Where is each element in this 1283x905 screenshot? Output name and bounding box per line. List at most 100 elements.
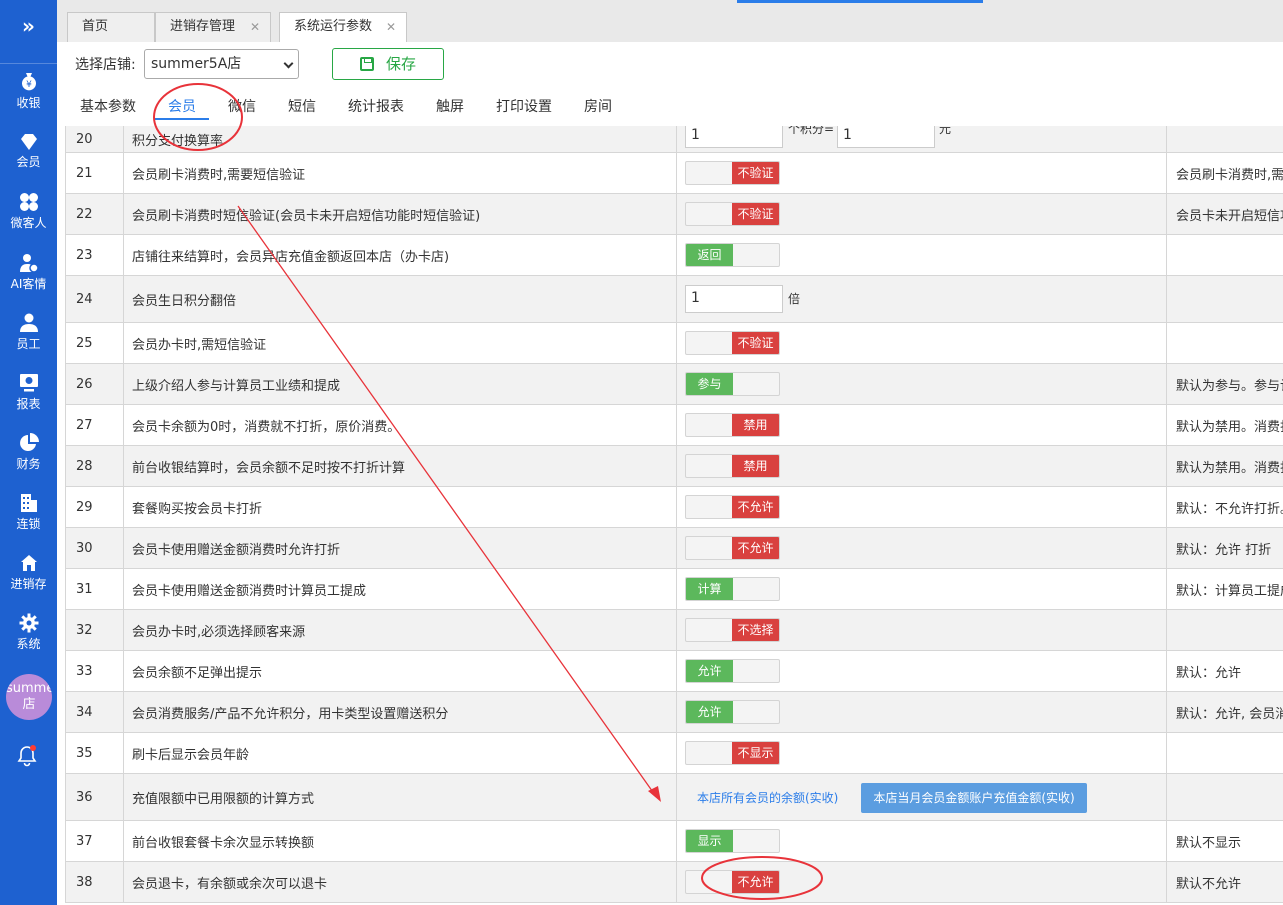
option-all-member-balance[interactable]: 本店所有会员的余额(实收)	[697, 789, 838, 806]
row-number: 23	[65, 235, 123, 275]
tab-inventory-management[interactable]: 进销存管理 ✕	[155, 12, 271, 42]
toggle-switch[interactable]: 允许	[685, 659, 780, 683]
toggle-label: 不选择	[732, 619, 779, 641]
setting-value-cell: 本店所有会员的余额(实收) 本店当月会员金额账户充值金额(实收)	[676, 774, 1166, 820]
setting-note	[1166, 610, 1283, 650]
setting-name: 会员办卡时,必须选择顾客来源	[123, 610, 676, 650]
currency-input[interactable]: 1	[837, 126, 935, 148]
active-tab-underline	[154, 118, 209, 120]
expand-sidebar-icon[interactable]: »	[0, 14, 57, 38]
table-row: 29 套餐购买按会员卡打折 不允许 默认：不允许打折。	[65, 487, 1283, 528]
toggle-switch[interactable]: 不验证	[685, 202, 780, 226]
row-number: 33	[65, 651, 123, 691]
toggle-switch[interactable]: 禁用	[685, 413, 780, 437]
sidebar-item-chain[interactable]: 连锁	[0, 493, 57, 549]
setting-value-cell: 不验证	[676, 194, 1166, 234]
subtab-basic[interactable]: 基本参数	[80, 96, 136, 116]
row-number: 29	[65, 487, 123, 527]
table-row: 34会员消费服务/产品不允许积分，用卡类型设置赠送积分允许 默认：允许, 会员消费	[65, 692, 1283, 733]
multiplier-input[interactable]: 1	[685, 285, 783, 313]
toggle-switch[interactable]: 返回	[685, 243, 780, 267]
setting-note	[1166, 774, 1283, 820]
toggle-switch[interactable]: 禁用	[685, 454, 780, 478]
setting-value-cell: 不验证	[676, 323, 1166, 363]
table-row: 32 会员办卡时,必须选择顾客来源 不选择	[65, 610, 1283, 651]
setting-name: 会员办卡时,需短信验证	[123, 323, 676, 363]
row-number: 26	[65, 364, 123, 404]
svg-text:¥: ¥	[26, 80, 32, 90]
table-row: 35 刷卡后显示会员年龄 不显示	[65, 733, 1283, 774]
table-row: 24 会员生日积分翻倍 1 倍	[65, 276, 1283, 323]
subtab-sms[interactable]: 短信	[288, 96, 316, 116]
setting-name: 会员余额不足弹出提示	[123, 651, 676, 691]
store-select[interactable]: summer5A店	[144, 49, 299, 79]
sidebar-item-finance[interactable]: 财务	[0, 433, 57, 489]
toggle-switch[interactable]: 不允许	[685, 536, 780, 560]
toggle-switch[interactable]: 显示	[685, 829, 780, 853]
row-number: 20	[65, 126, 123, 152]
notification-bell-icon[interactable]	[16, 744, 38, 772]
table-row: 23 店铺往来结算时，会员异店充值金额返回本店（办卡店) 返回	[65, 235, 1283, 276]
toggle-switch[interactable]: 允许	[685, 700, 780, 724]
sidebar-item-inventory[interactable]: 进销存	[0, 553, 57, 609]
setting-value-cell: 不验证	[676, 153, 1166, 193]
toggle-label: 允许	[686, 701, 733, 723]
sidebar-item-wechat-guest[interactable]: 微客人	[0, 192, 57, 248]
tab-label: 系统运行参数	[294, 19, 373, 34]
tab-home[interactable]: 首页	[67, 12, 155, 42]
row-number: 31	[65, 569, 123, 609]
toggle-label: 不显示	[732, 742, 779, 764]
sidebar-item-system[interactable]: 系统	[0, 613, 57, 669]
toggle-switch[interactable]: 计算	[685, 577, 780, 601]
table-row: 25 会员办卡时,需短信验证 不验证	[65, 323, 1283, 364]
toggle-switch[interactable]: 不验证	[685, 161, 780, 185]
toggle-switch[interactable]: 不选择	[685, 618, 780, 642]
setting-value-cell: 不选择	[676, 610, 1166, 650]
sidebar-item-cashier[interactable]: ¥ 收银	[0, 72, 57, 128]
setting-name: 会员消费服务/产品不允许积分，用卡类型设置赠送积分	[123, 692, 676, 732]
table-row: 37 前台收银套餐卡余次显示转换额 显示 默认不显示	[65, 821, 1283, 862]
subtab-room[interactable]: 房间	[584, 96, 612, 116]
setting-value-cell: 1倍	[676, 276, 1166, 322]
sidebar-item-label: 报表	[16, 397, 41, 411]
toggle-switch[interactable]: 参与	[685, 372, 780, 396]
toggle-switch[interactable]: 不允许	[685, 870, 780, 894]
pie-chart-icon	[19, 433, 39, 451]
sidebar-item-ai-relations[interactable]: AI客情	[0, 253, 57, 309]
sidebar-item-reports[interactable]: 报表	[0, 373, 57, 429]
toggle-label: 显示	[686, 830, 733, 852]
subtab-print[interactable]: 打印设置	[496, 96, 552, 116]
save-icon	[359, 57, 374, 71]
table-row: 33 会员余额不足弹出提示 允许 默认：允许	[65, 651, 1283, 692]
setting-value-cell: 不允许	[676, 862, 1166, 902]
unit-label: 元	[939, 126, 952, 136]
option-monthly-recharge[interactable]: 本店当月会员金额账户充值金额(实收)	[861, 783, 1087, 813]
toggle-switch[interactable]: 不允许	[685, 495, 780, 519]
points-input[interactable]: 1	[685, 126, 783, 148]
table-row: 26 上级介绍人参与计算员工业绩和提成 参与 默认为参与。参与计	[65, 364, 1283, 405]
subtab-touchscreen[interactable]: 触屏	[436, 96, 464, 116]
setting-note: 默认为参与。参与计	[1166, 364, 1283, 404]
close-icon[interactable]: ✕	[250, 13, 260, 41]
tab-system-parameters[interactable]: 系统运行参数 ✕	[279, 12, 407, 43]
store-avatar[interactable]: summer5A店	[6, 674, 52, 720]
setting-note: 默认：不允许打折。	[1166, 487, 1283, 527]
setting-name: 刷卡后显示会员年龄	[123, 733, 676, 773]
setting-note: 默认不显示	[1166, 821, 1283, 861]
sidebar-item-member[interactable]: 会员	[0, 133, 57, 189]
subtab-member[interactable]: 会员	[168, 96, 196, 116]
table-row: 27 会员卡余额为0时，消费就不打折，原价消费。 禁用 默认为禁用。消费打	[65, 405, 1283, 446]
save-button[interactable]: 保存	[332, 48, 444, 80]
toggle-switch[interactable]: 不显示	[685, 741, 780, 765]
setting-name: 积分支付换算率	[123, 126, 676, 152]
toggle-label: 不验证	[732, 203, 779, 225]
setting-note: 默认：允许	[1166, 651, 1283, 691]
row-number: 38	[65, 862, 123, 902]
unit-label: 倍	[788, 292, 801, 306]
close-icon[interactable]: ✕	[386, 13, 396, 41]
subtab-stat-reports[interactable]: 统计报表	[348, 96, 404, 116]
subtab-wechat[interactable]: 微信	[228, 96, 256, 116]
toggle-switch[interactable]: 不验证	[685, 331, 780, 355]
setting-value-cell: 不允许	[676, 487, 1166, 527]
sidebar-item-staff[interactable]: 员工	[0, 313, 57, 369]
